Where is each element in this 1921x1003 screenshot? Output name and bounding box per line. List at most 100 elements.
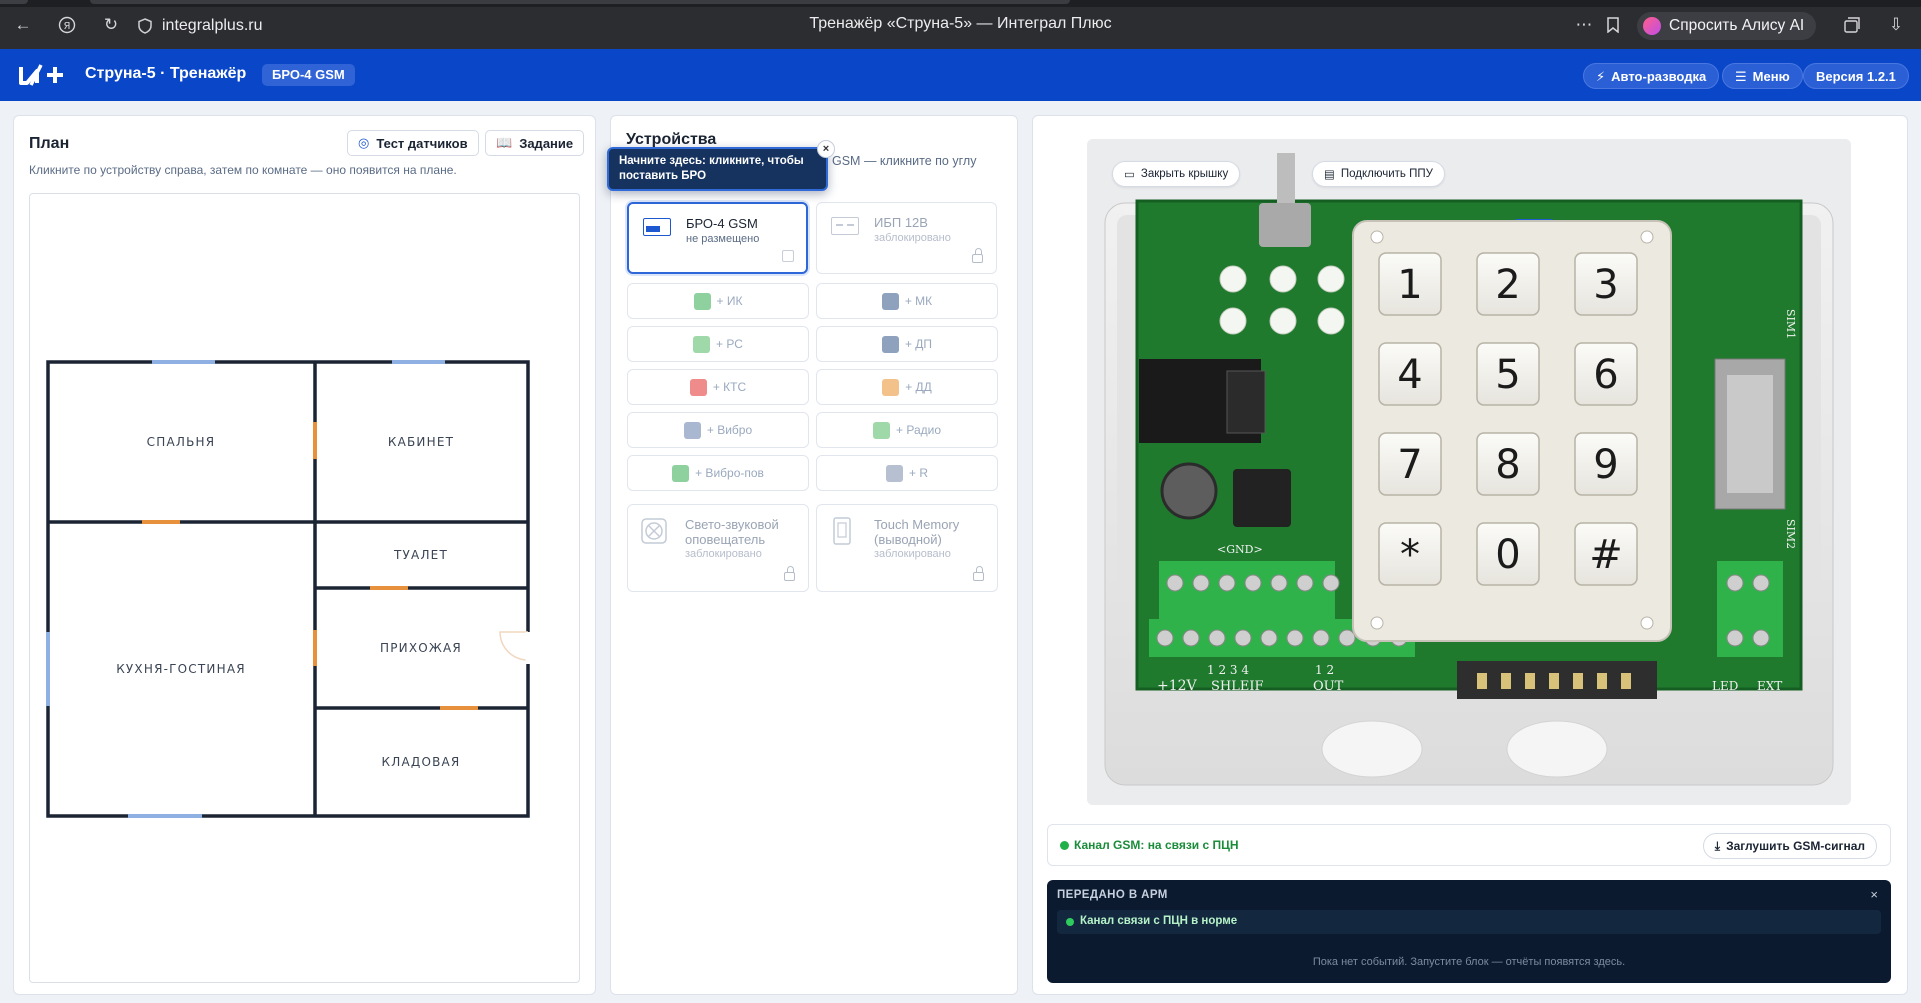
download-icon[interactable]: ⇩: [1885, 14, 1907, 36]
room-toilet: ТУАЛЕТ: [393, 548, 448, 562]
signal-off-icon: ⤓: [1714, 838, 1721, 853]
sensor-add-button[interactable]: + КТС: [627, 369, 809, 405]
sensor-label: + Вибро-пов: [695, 466, 764, 480]
sensor-add-button[interactable]: + Радио: [816, 412, 998, 448]
controller-icon: [643, 218, 671, 236]
reload-icon[interactable]: ↻: [100, 14, 122, 36]
label-ext: EXT: [1757, 679, 1782, 693]
keypad-key-label: 1: [1397, 262, 1422, 308]
lock-icon: [973, 566, 984, 581]
gsm-status-bar: Канал GSM: на связи с ПЦН ⤓ Заглушить GS…: [1047, 824, 1891, 866]
keypad-key[interactable]: 2: [1476, 252, 1540, 316]
yandex-icon[interactable]: Я: [56, 14, 78, 36]
sensor-icon: [683, 421, 701, 439]
sensor-add-button[interactable]: + МК: [816, 283, 998, 319]
sensor-add-button[interactable]: + РС: [627, 326, 809, 362]
arm-event-text: Канал связи с ПЦН в норме: [1080, 915, 1238, 927]
sensor-add-button[interactable]: + ДД: [816, 369, 998, 405]
label-out-nums: 1 2: [1315, 663, 1334, 677]
collections-icon[interactable]: [1841, 14, 1863, 36]
task-button[interactable]: 📖 Задание: [485, 130, 585, 156]
keypad-key[interactable]: 1: [1378, 252, 1442, 316]
sensor-add-button[interactable]: + R: [816, 455, 998, 491]
tooltip-close-button[interactable]: ×: [817, 140, 835, 158]
test-sensors-button[interactable]: ◎ Тест датчиков: [347, 130, 479, 156]
app-header: Струна-5 · Тренажёр БРО-4 GSM ⚡ Авто-раз…: [0, 49, 1921, 101]
device-touch-memory: Touch Memory (выводной) заблокировано: [816, 504, 998, 592]
sensor-icon: [882, 378, 900, 396]
arm-title: ПЕРЕДАНО В АРМ: [1057, 889, 1168, 901]
sensor-add-button[interactable]: + ИК: [627, 283, 809, 319]
keypad-key-label: 6: [1593, 352, 1618, 398]
gsm-status-text: Канал GSM: на связи с ПЦН: [1074, 838, 1239, 852]
floor-plan: СПАЛЬНЯ КАБИНЕТ ТУАЛЕТ ПРИХОЖАЯ КУХНЯ-ГО…: [46, 360, 531, 818]
menu-button[interactable]: ☰ Меню: [1722, 63, 1803, 89]
keypad-key[interactable]: 0: [1476, 522, 1540, 586]
keypad-key[interactable]: 5: [1476, 342, 1540, 406]
device-bro4-gsm[interactable]: БРО-4 GSM не размещено: [627, 202, 808, 274]
address-bar[interactable]: integralplus.ru: [138, 13, 263, 39]
task-label: Задание: [519, 135, 574, 151]
device-ups-12v: ИБП 12В заблокировано: [816, 202, 997, 274]
sensor-add-button[interactable]: + Вибро: [627, 412, 809, 448]
device-name: Свето-звуковой оповещатель: [685, 517, 779, 547]
shield-icon: [138, 18, 152, 34]
devices-hint: GSM — кликните по углу: [832, 154, 977, 168]
sensor-label: + КТС: [712, 380, 747, 394]
connect-ppu-button[interactable]: ▤ Подключить ППУ: [1312, 161, 1445, 187]
keypad-key[interactable]: 9: [1574, 432, 1638, 496]
sensor-label: + Вибро: [706, 423, 753, 437]
sensor-add-button[interactable]: + ДП: [816, 326, 998, 362]
label-sim2: SIM2: [1784, 519, 1797, 549]
sensor-label: + МК: [904, 294, 933, 308]
book-icon: 📖: [496, 135, 513, 150]
keypad-key[interactable]: #: [1574, 522, 1638, 586]
keypad-key[interactable]: *: [1378, 522, 1442, 586]
bookmark-icon[interactable]: [1602, 14, 1624, 36]
battery-icon: [831, 217, 859, 235]
board-photo[interactable]: +12V 1 2 3 4 SHLEIF 1 2 OUT <GND> LED EX…: [1087, 139, 1851, 805]
tooltip-text: Начните здесь: кликните, чтобы поставить…: [619, 155, 804, 182]
keypad-key-label: #: [1589, 532, 1623, 578]
sensor-label: + Радио: [896, 423, 941, 437]
device-status: не размещено: [686, 233, 760, 245]
placement-checkbox[interactable]: [782, 250, 794, 262]
keypad-key[interactable]: 8: [1476, 432, 1540, 496]
lock-icon: [972, 248, 983, 263]
keypad-key-label: 2: [1495, 262, 1520, 308]
ask-alice-label: Спросить Алису AI: [1669, 17, 1805, 34]
back-icon[interactable]: ←: [12, 14, 34, 36]
label-shleif: SHLEIF: [1211, 679, 1264, 694]
alice-icon: [1643, 17, 1661, 35]
label-shleif-nums: 1 2 3 4: [1207, 663, 1249, 677]
room-storage: КЛАДОВАЯ: [382, 755, 461, 769]
ok-indicator: [1066, 918, 1074, 926]
arm-close-button[interactable]: ×: [1870, 887, 1878, 902]
floor-plan-canvas[interactable]: СПАЛЬНЯ КАБИНЕТ ТУАЛЕТ ПРИХОЖАЯ КУХНЯ-ГО…: [29, 193, 580, 983]
app-title: Струна-5 · Тренажёр: [85, 65, 247, 82]
plan-title: План: [29, 135, 70, 152]
auto-wiring-button[interactable]: ⚡ Авто-разводка: [1583, 63, 1720, 89]
close-lid-button[interactable]: ▭ Закрыть крышку: [1112, 161, 1241, 187]
device-status: заблокировано: [874, 548, 951, 560]
page-title: Тренажёр «Струна-5» — Интеграл Плюс: [809, 15, 1112, 32]
test-sensors-label: Тест датчиков: [376, 135, 468, 151]
mute-gsm-button[interactable]: ⤓ Заглушить GSM-сигнал: [1702, 833, 1877, 859]
ask-alice-button[interactable]: Спросить Алису AI: [1637, 12, 1817, 40]
bro4-board-illustration: +12V 1 2 3 4 SHLEIF 1 2 OUT <GND> LED EX…: [1087, 139, 1851, 805]
version-button[interactable]: Версия 1.2.1: [1803, 63, 1909, 89]
sensor-label: + R: [908, 466, 928, 480]
plan-panel: План Кликните по устройству справа, зате…: [13, 115, 596, 995]
keypad-key[interactable]: 7: [1378, 432, 1442, 496]
keypad-key[interactable]: 4: [1378, 342, 1442, 406]
keypad-key-label: 9: [1593, 442, 1618, 488]
sensor-add-button[interactable]: + Вибро-пов: [627, 455, 809, 491]
keypad-key[interactable]: 3: [1574, 252, 1638, 316]
label-gnd: <GND>: [1217, 543, 1263, 556]
device-name: ИБП 12В: [874, 215, 928, 230]
svg-text:Я: Я: [64, 21, 71, 32]
menu-label: Меню: [1752, 68, 1790, 84]
arm-empty-text: Пока нет событий. Запустите блок — отчёт…: [1312, 956, 1626, 968]
keypad-key[interactable]: 6: [1574, 342, 1638, 406]
more-icon[interactable]: ⋯: [1573, 14, 1595, 36]
